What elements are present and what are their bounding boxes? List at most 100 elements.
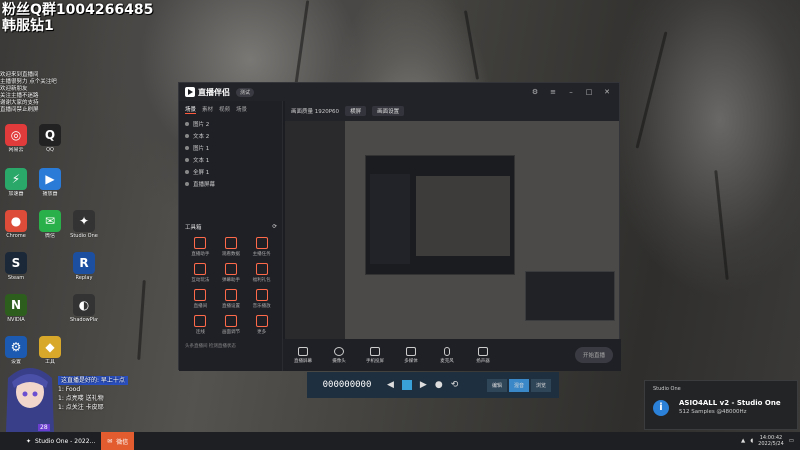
- refresh-icon[interactable]: ⟳: [272, 224, 277, 230]
- app-icon: ◆: [39, 336, 61, 358]
- phone-cast-button[interactable]: 手机投屏: [363, 346, 387, 364]
- tool-label: 直播间: [193, 304, 208, 309]
- tab-scene-2[interactable]: 场景: [236, 105, 247, 114]
- tool-icon: [255, 237, 268, 249]
- scene-item[interactable]: 图片 2: [179, 118, 282, 130]
- tool-item[interactable]: 直播间: [185, 289, 216, 309]
- tool-item[interactable]: 直播助手: [185, 237, 216, 257]
- desktop-icon-label: QQ: [46, 147, 54, 153]
- menu-icon[interactable]: ≡: [547, 88, 559, 96]
- notification-title: ASIO4ALL v2 - Studio One: [679, 399, 781, 407]
- wechat-icon: ✉: [107, 437, 113, 445]
- desktop-icon[interactable]: N NVIDIA: [2, 294, 30, 323]
- start-icon[interactable]: [0, 432, 20, 450]
- desktop-icon[interactable]: ▶ 播放器: [36, 168, 64, 197]
- desktop-icon[interactable]: ✦ Studio One: [70, 210, 98, 239]
- desktop-icon[interactable]: ● Chrome: [2, 210, 30, 239]
- loop-icon[interactable]: ⟲: [451, 380, 459, 390]
- phone-icon: [370, 346, 380, 356]
- minimize-icon[interactable]: –: [565, 88, 577, 96]
- desktop-icon[interactable]: ◐ ShadowPlay: [70, 294, 98, 323]
- stream-preview[interactable]: [285, 121, 619, 339]
- chat-line: 谢谢大家的支持: [0, 100, 39, 106]
- stop-icon[interactable]: [401, 380, 412, 390]
- tab-scene[interactable]: 场景: [185, 105, 197, 114]
- scene-item[interactable]: 图片 1: [179, 142, 282, 154]
- desktop-icon-label: 网易云: [8, 147, 24, 153]
- tool-item[interactable]: 互动玩法: [185, 263, 216, 283]
- tool-icon: [194, 289, 207, 301]
- streaming-app-window[interactable]: 直播伴侣 测试 ⚙ ≡ – □ ✕ 场景 素材 视频 场景 图片 2 文本 2 …: [178, 82, 621, 371]
- scene-item[interactable]: 文本 1: [179, 154, 282, 166]
- volume-icon[interactable]: ◖: [750, 438, 753, 444]
- system-notification[interactable]: Studio One i ASIO4ALL v2 - Studio One 51…: [644, 380, 798, 430]
- scene-item[interactable]: 文本 2: [179, 130, 282, 142]
- preview-header: 画面质量 1920P60 横屏 画面设置: [285, 101, 619, 121]
- tool-item[interactable]: 音乐播放: [246, 289, 277, 309]
- desktop-icon-label: 加速器: [8, 191, 24, 197]
- tool-icon: [224, 237, 237, 249]
- tab-material[interactable]: 素材: [202, 105, 213, 114]
- close-icon[interactable]: ✕: [601, 88, 613, 96]
- tool-item[interactable]: 连线: [185, 315, 216, 335]
- tab-mix[interactable]: 混音: [508, 378, 529, 392]
- taskbar-item-wechat[interactable]: ✉ 微信: [101, 432, 135, 450]
- toolbox-title: 工具箱: [185, 225, 202, 231]
- tool-item[interactable]: 弹幕助手: [216, 263, 247, 283]
- tool-item[interactable]: 主播任务: [246, 237, 277, 257]
- tab-edit[interactable]: 编辑: [486, 378, 507, 392]
- desktop-icon-label: Replay: [75, 275, 93, 281]
- visibility-icon[interactable]: [185, 134, 189, 138]
- settings-icon[interactable]: ⚙: [529, 88, 541, 96]
- scene-label: 文本 1: [193, 158, 210, 164]
- clock[interactable]: 14:00:42 2022/5/24: [758, 435, 784, 447]
- app-titlebar: 直播伴侣 测试 ⚙ ≡ – □ ✕: [179, 83, 619, 101]
- display-settings-chip[interactable]: 画面设置: [372, 106, 405, 116]
- visibility-icon[interactable]: [185, 158, 189, 162]
- tool-item[interactable]: 观看数据: [216, 237, 247, 257]
- app-icon: S: [5, 252, 27, 274]
- desktop-icon[interactable]: R Replay: [70, 252, 98, 281]
- record-icon[interactable]: ●: [435, 380, 443, 390]
- visibility-icon[interactable]: [185, 122, 189, 126]
- diamond-overlay: 韩服钻1: [2, 18, 54, 34]
- desktop-icon[interactable]: ⚡ 加速器: [2, 168, 30, 197]
- tab-browse[interactable]: 浏览: [530, 378, 551, 392]
- scene-item[interactable]: 直播屏幕: [179, 178, 282, 190]
- tool-item[interactable]: 更多: [246, 315, 277, 335]
- tool-item[interactable]: 直播设置: [216, 289, 247, 309]
- speaker-button[interactable]: 扬声器: [471, 346, 495, 364]
- start-live-button[interactable]: 开始直播: [574, 347, 613, 363]
- microphone-button[interactable]: 麦克风: [435, 346, 459, 364]
- nested-panel: [370, 174, 410, 264]
- studio-one-icon: ✦: [26, 437, 32, 445]
- rewind-icon[interactable]: ◀: [387, 380, 394, 390]
- notification-center-icon[interactable]: ▭: [789, 438, 794, 444]
- visibility-icon[interactable]: [185, 182, 189, 186]
- visibility-icon[interactable]: [185, 170, 189, 174]
- tool-item[interactable]: 福利礼包: [246, 263, 277, 283]
- tool-item[interactable]: 画面调节: [216, 315, 247, 335]
- taskbar-item-studio-one[interactable]: ✦ Studio One - 2022...: [20, 432, 101, 450]
- desktop-icon[interactable]: ◎ 网易云: [2, 124, 30, 153]
- texture: [137, 279, 146, 361]
- tool-icon: [194, 315, 207, 327]
- notification-app: Studio One: [653, 386, 681, 392]
- play-icon[interactable]: ▶: [420, 380, 427, 390]
- camera-button[interactable]: 摄像头: [327, 346, 351, 364]
- visibility-icon[interactable]: [185, 146, 189, 150]
- screen-capture-button[interactable]: 直播屏幕: [291, 346, 315, 364]
- media-button[interactable]: 多媒体: [399, 346, 423, 364]
- tab-video[interactable]: 视频: [219, 105, 230, 114]
- tool-label: 音乐播放: [252, 304, 271, 309]
- control-label: 直播屏幕: [294, 358, 312, 364]
- orientation-chip[interactable]: 横屏: [345, 106, 367, 116]
- network-icon[interactable]: ▲: [741, 438, 745, 444]
- desktop-icon[interactable]: S Steam: [2, 252, 30, 281]
- desktop-icon[interactable]: Q QQ: [36, 124, 64, 153]
- desktop-icon[interactable]: ✉ 微信: [36, 210, 64, 239]
- scene-item[interactable]: 全屏 1: [179, 166, 282, 178]
- tool-icon: [255, 289, 268, 301]
- texture: [463, 10, 480, 80]
- maximize-icon[interactable]: □: [583, 88, 595, 96]
